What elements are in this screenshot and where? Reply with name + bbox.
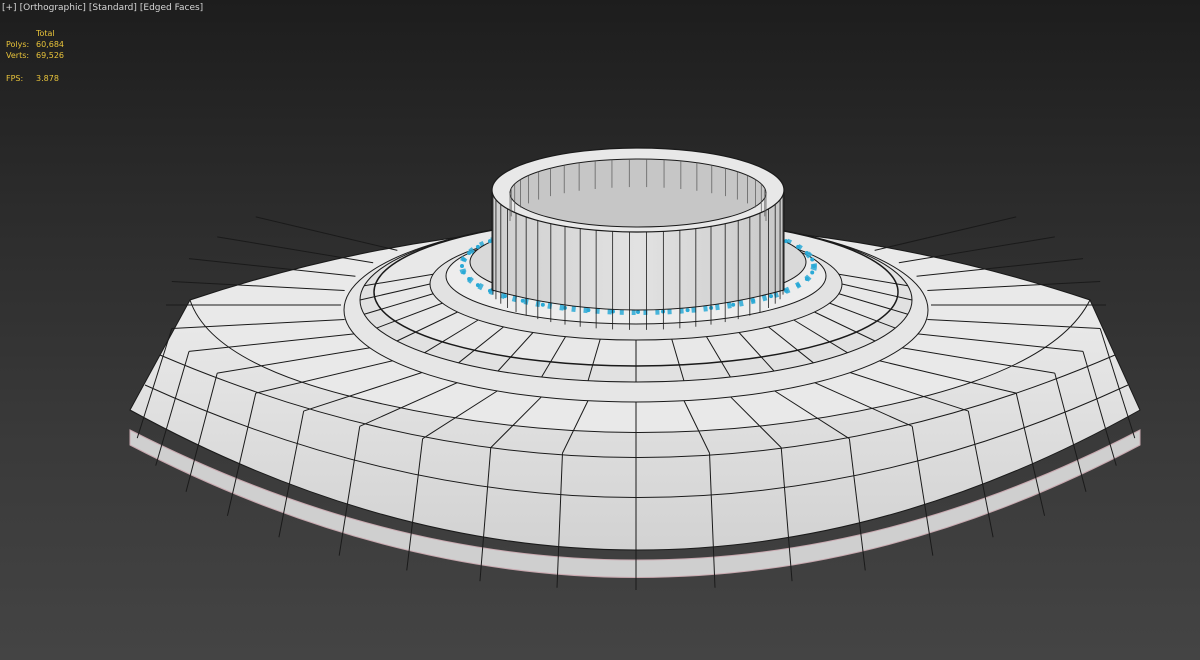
stats-verts-value: 69,526 <box>36 51 64 60</box>
vertex-marker <box>487 239 492 244</box>
stats-polys-value: 60,684 <box>36 40 64 49</box>
vertex-marker <box>796 244 801 249</box>
vertex-marker <box>487 288 492 293</box>
vertex-marker <box>810 270 815 275</box>
vertex-marker <box>751 298 756 303</box>
vertex-marker <box>520 298 525 303</box>
vertex-marker <box>636 310 640 314</box>
vertex-marker <box>475 283 480 288</box>
vertex-marker <box>540 302 545 307</box>
mesh-edge <box>255 216 398 251</box>
vertex-marker <box>461 257 466 262</box>
center-cylinder-opening <box>509 158 767 228</box>
vertex-marker <box>812 264 816 268</box>
vertex-marker <box>467 276 472 281</box>
mesh-edge <box>898 236 1055 264</box>
vertex-marker <box>810 257 815 262</box>
vertex-marker <box>460 264 464 268</box>
vertex-marker <box>804 251 809 256</box>
viewport-statistics: Total Polys: 60,684 Verts: 69,526 FPS: 3… <box>6 28 76 84</box>
vertex-marker <box>461 270 466 275</box>
vertex-marker <box>769 294 774 299</box>
vertex-marker <box>467 251 472 256</box>
vertex-marker <box>475 244 480 249</box>
scene-3d-model[interactable] <box>0 0 1200 660</box>
viewport-perspective[interactable]: [+] [Orthographic] [Standard] [Edged Fac… <box>0 0 1200 660</box>
stats-fps-label: FPS: <box>6 74 24 83</box>
vertex-marker <box>586 308 591 313</box>
stats-fps-value: 3.878 <box>36 74 59 83</box>
vertex-marker <box>784 288 789 293</box>
vertex-marker <box>685 308 690 313</box>
viewport-menu-shading-mode[interactable]: [Edged Faces] <box>140 3 203 13</box>
stats-header: Total <box>36 29 55 38</box>
viewport-menu-point-of-view[interactable]: [Orthographic] <box>20 3 86 13</box>
mesh-edge <box>217 236 374 264</box>
mesh-edge <box>874 216 1017 251</box>
vertex-marker <box>796 283 801 288</box>
viewport-menu-general[interactable]: [+] <box>2 3 17 13</box>
stats-verts-label: Verts: <box>6 51 30 60</box>
viewport-menu-shading-standard[interactable]: [Standard] <box>89 3 137 13</box>
vertex-marker <box>731 302 736 307</box>
vertex-marker <box>502 294 507 299</box>
stats-polys-label: Polys: <box>6 40 30 49</box>
vertex-marker <box>784 239 789 244</box>
viewport-label-menu[interactable]: [+] [Orthographic] [Standard] [Edged Fac… <box>2 3 203 13</box>
vertex-marker <box>804 276 809 281</box>
